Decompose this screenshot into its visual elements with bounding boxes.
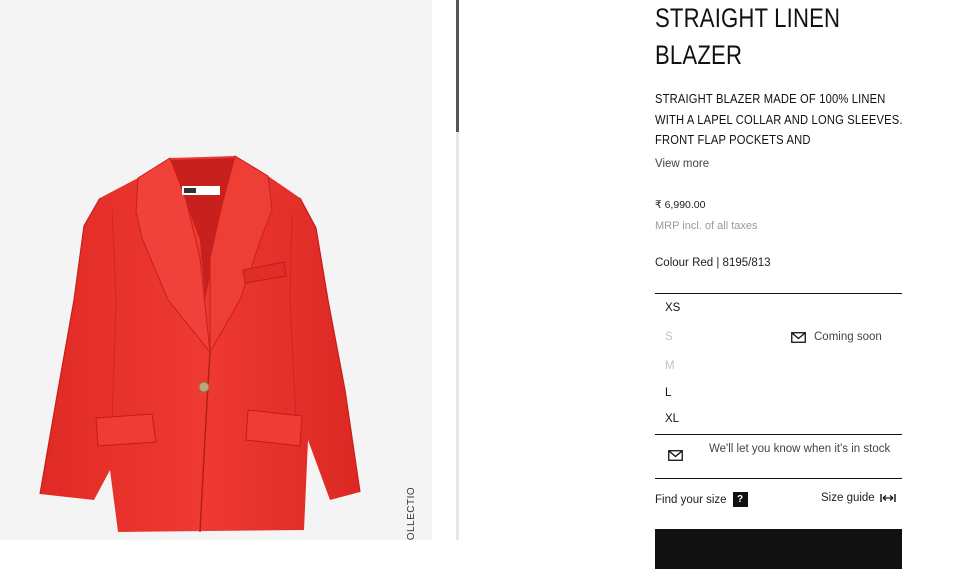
scrollbar-thumb[interactable] bbox=[456, 0, 459, 132]
help-icon: ? bbox=[732, 492, 748, 507]
tax-note: MRP incl. of all taxes bbox=[655, 220, 758, 232]
find-your-size-link[interactable]: Find your size ? bbox=[655, 492, 748, 507]
size-option-m[interactable]: M bbox=[665, 360, 675, 372]
envelope-icon bbox=[668, 450, 683, 461]
size-option-s[interactable]: S bbox=[665, 331, 673, 343]
view-more-link[interactable]: View more bbox=[655, 158, 709, 170]
image-scrollbar[interactable] bbox=[456, 0, 459, 540]
resize-arrows-icon bbox=[880, 494, 896, 502]
notify-stock-box[interactable]: We'll let you know when it's in stock bbox=[655, 434, 902, 479]
coming-soon-label: Coming soon bbox=[814, 331, 882, 343]
product-price: ₹ 6,990.00 bbox=[655, 199, 706, 211]
colour-reference: Colour Red | 8195/813 bbox=[655, 257, 771, 269]
size-option-xs[interactable]: XS bbox=[665, 302, 680, 314]
size-guide-link[interactable]: Size guide bbox=[821, 492, 896, 504]
product-title: STRAIGHT LINEN BLAZER bbox=[655, 3, 841, 70]
size-option-xl[interactable]: XL bbox=[665, 413, 679, 425]
product-image-blazer[interactable] bbox=[0, 0, 432, 540]
product-description: STRAIGHT BLAZER MADE OF 100% LINEN WITH … bbox=[655, 91, 903, 147]
find-size-label: Find your size bbox=[655, 493, 727, 506]
envelope-icon bbox=[791, 331, 806, 343]
size-guide-label: Size guide bbox=[821, 492, 875, 504]
notify-stock-text: We'll let you know when it's in stock bbox=[709, 443, 891, 455]
size-option-l[interactable]: L bbox=[665, 387, 671, 399]
collection-label: COLLECTION bbox=[406, 488, 417, 540]
product-image-panel: COLLECTION bbox=[0, 0, 432, 540]
size-selector: XS S Coming soon M L XL bbox=[655, 293, 902, 435]
coming-soon-notice[interactable]: Coming soon bbox=[791, 331, 882, 343]
add-to-cart-button[interactable] bbox=[655, 529, 902, 569]
